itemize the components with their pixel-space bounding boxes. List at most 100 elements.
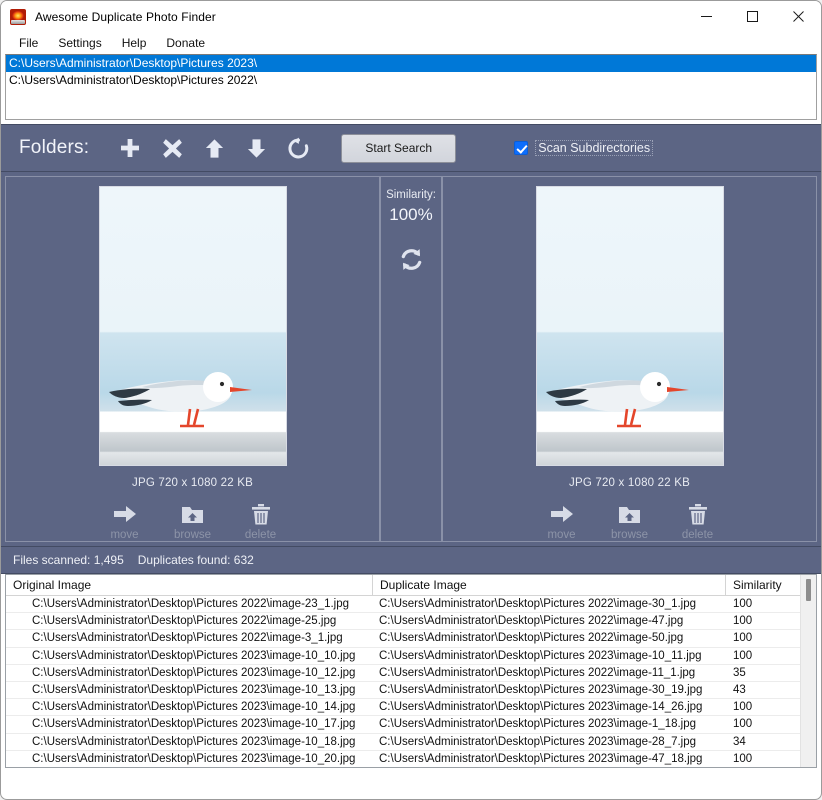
column-header-duplicate-image[interactable]: Duplicate Image xyxy=(373,575,726,596)
table-row[interactable]: C:\Users\Administrator\Desktop\Pictures … xyxy=(6,596,800,613)
folder-list-item[interactable]: C:\Users\Administrator\Desktop\Pictures … xyxy=(6,72,816,89)
cell-similarity: 100 xyxy=(726,596,800,612)
menu-item-settings[interactable]: Settings xyxy=(48,33,111,53)
results-vertical-scrollbar[interactable] xyxy=(800,575,816,767)
original-actions: move browse delete xyxy=(102,501,284,541)
folders-toolbar: Folders: Start Search Scan Subdirectorie… xyxy=(1,124,821,172)
similarity-pane: Similarity: 100% xyxy=(380,176,442,542)
cell-duplicate: C:\Users\Administrator\Desktop\Pictures … xyxy=(373,751,726,767)
cell-duplicate: C:\Users\Administrator\Desktop\Pictures … xyxy=(373,682,726,698)
cell-similarity: 100 xyxy=(726,648,800,664)
cell-original: C:\Users\Administrator\Desktop\Pictures … xyxy=(6,630,373,646)
duplicate-actions: move browse delete xyxy=(539,501,721,541)
folder-list-item[interactable]: C:\Users\Administrator\Desktop\Pictures … xyxy=(6,55,816,72)
duplicates-found-text: Duplicates found: 632 xyxy=(138,553,254,567)
folder-up-icon xyxy=(181,501,204,527)
duplicate-thumbnail[interactable] xyxy=(536,186,724,466)
cell-original: C:\Users\Administrator\Desktop\Pictures … xyxy=(6,716,373,732)
table-row[interactable]: C:\Users\Administrator\Desktop\Pictures … xyxy=(6,648,800,665)
cell-similarity: 100 xyxy=(726,699,800,715)
original-move-button[interactable]: move xyxy=(102,501,148,541)
folder-list[interactable]: C:\Users\Administrator\Desktop\Pictures … xyxy=(5,54,817,120)
table-row[interactable]: C:\Users\Administrator\Desktop\Pictures … xyxy=(6,665,800,682)
original-browse-button[interactable]: browse xyxy=(170,501,216,541)
cell-original: C:\Users\Administrator\Desktop\Pictures … xyxy=(6,596,373,612)
results-rows: C:\Users\Administrator\Desktop\Pictures … xyxy=(6,596,800,768)
original-browse-label: browse xyxy=(174,529,211,541)
start-search-button[interactable]: Start Search xyxy=(341,134,456,163)
original-delete-label: delete xyxy=(245,529,276,541)
cell-duplicate: C:\Users\Administrator\Desktop\Pictures … xyxy=(373,699,726,715)
table-row[interactable]: C:\Users\Administrator\Desktop\Pictures … xyxy=(6,630,800,647)
scrollbar-thumb[interactable] xyxy=(806,579,811,601)
cell-original: C:\Users\Administrator\Desktop\Pictures … xyxy=(6,682,373,698)
menu-item-help[interactable]: Help xyxy=(112,33,157,53)
folder-up-icon xyxy=(618,501,641,527)
flame-app-icon xyxy=(10,9,26,25)
duplicate-preview-pane: JPG 720 x 1080 22 KB move browse xyxy=(442,176,817,542)
maximize-icon[interactable] xyxy=(729,1,775,32)
cell-original: C:\Users\Administrator\Desktop\Pictures … xyxy=(6,751,373,767)
table-row[interactable]: C:\Users\Administrator\Desktop\Pictures … xyxy=(6,613,800,630)
arrow-right-icon xyxy=(113,501,137,527)
duplicate-browse-button[interactable]: browse xyxy=(607,501,653,541)
window-controls xyxy=(683,1,821,32)
table-row[interactable]: C:\Users\Administrator\Desktop\Pictures … xyxy=(6,716,800,733)
cell-duplicate: C:\Users\Administrator\Desktop\Pictures … xyxy=(373,734,726,750)
duplicate-delete-button[interactable]: delete xyxy=(675,501,721,541)
menu-item-donate[interactable]: Donate xyxy=(156,33,215,53)
table-row[interactable]: C:\Users\Administrator\Desktop\Pictures … xyxy=(6,699,800,716)
cell-similarity: 100 xyxy=(726,630,800,646)
original-thumbnail[interactable] xyxy=(99,186,287,466)
cell-similarity: 43 xyxy=(726,682,800,698)
scan-subdirectories-checkbox[interactable] xyxy=(514,141,528,155)
preview-area: JPG 720 x 1080 22 KB move browse xyxy=(1,172,821,546)
results-table: Original Image Duplicate Image Similarit… xyxy=(5,574,817,768)
close-icon[interactable] xyxy=(775,1,821,32)
cell-original: C:\Users\Administrator\Desktop\Pictures … xyxy=(6,734,373,750)
title-bar: Awesome Duplicate Photo Finder xyxy=(1,1,821,32)
files-scanned-text: Files scanned: 1,495 xyxy=(13,553,124,567)
folders-label: Folders: xyxy=(19,137,89,159)
duplicate-move-label: move xyxy=(547,529,575,541)
column-header-original-image[interactable]: Original Image xyxy=(6,575,373,596)
refresh-icon[interactable] xyxy=(277,128,319,168)
scan-subdirectories-option[interactable]: Scan Subdirectories xyxy=(514,140,653,156)
cell-original: C:\Users\Administrator\Desktop\Pictures … xyxy=(6,665,373,681)
cross-icon[interactable] xyxy=(151,128,193,168)
cell-similarity: 100 xyxy=(726,751,800,767)
arrow-right-icon xyxy=(550,501,574,527)
column-header-similarity[interactable]: Similarity xyxy=(726,575,800,596)
duplicate-move-button[interactable]: move xyxy=(539,501,585,541)
cell-similarity: 100 xyxy=(726,716,800,732)
arrow-down-icon[interactable] xyxy=(235,128,277,168)
similarity-value: 100% xyxy=(389,205,432,225)
minimize-icon[interactable] xyxy=(683,1,729,32)
cell-duplicate: C:\Users\Administrator\Desktop\Pictures … xyxy=(373,613,726,629)
duplicate-image-meta: JPG 720 x 1080 22 KB xyxy=(569,477,690,489)
cell-similarity: 35 xyxy=(726,665,800,681)
cell-similarity: 100 xyxy=(726,613,800,629)
table-row[interactable]: C:\Users\Administrator\Desktop\Pictures … xyxy=(6,734,800,751)
original-delete-button[interactable]: delete xyxy=(238,501,284,541)
cell-duplicate: C:\Users\Administrator\Desktop\Pictures … xyxy=(373,716,726,732)
cell-duplicate: C:\Users\Administrator\Desktop\Pictures … xyxy=(373,596,726,612)
menu-item-file[interactable]: File xyxy=(9,33,48,53)
results-table-body-wrap: Original Image Duplicate Image Similarit… xyxy=(6,575,800,767)
swap-refresh-icon[interactable] xyxy=(399,247,424,277)
arrow-up-icon[interactable] xyxy=(193,128,235,168)
table-row[interactable]: C:\Users\Administrator\Desktop\Pictures … xyxy=(6,751,800,768)
cell-similarity: 34 xyxy=(726,734,800,750)
plus-icon[interactable] xyxy=(109,128,151,168)
duplicate-delete-label: delete xyxy=(682,529,713,541)
cell-duplicate: C:\Users\Administrator\Desktop\Pictures … xyxy=(373,665,726,681)
window-title: Awesome Duplicate Photo Finder xyxy=(35,10,216,24)
cell-original: C:\Users\Administrator\Desktop\Pictures … xyxy=(6,613,373,629)
cell-original: C:\Users\Administrator\Desktop\Pictures … xyxy=(6,648,373,664)
app-window: Awesome Duplicate Photo Finder File Sett… xyxy=(0,0,822,800)
scan-subdirectories-label: Scan Subdirectories xyxy=(535,140,653,156)
table-row[interactable]: C:\Users\Administrator\Desktop\Pictures … xyxy=(6,682,800,699)
duplicate-browse-label: browse xyxy=(611,529,648,541)
menu-bar: File Settings Help Donate xyxy=(1,32,821,54)
original-image-meta: JPG 720 x 1080 22 KB xyxy=(132,477,253,489)
